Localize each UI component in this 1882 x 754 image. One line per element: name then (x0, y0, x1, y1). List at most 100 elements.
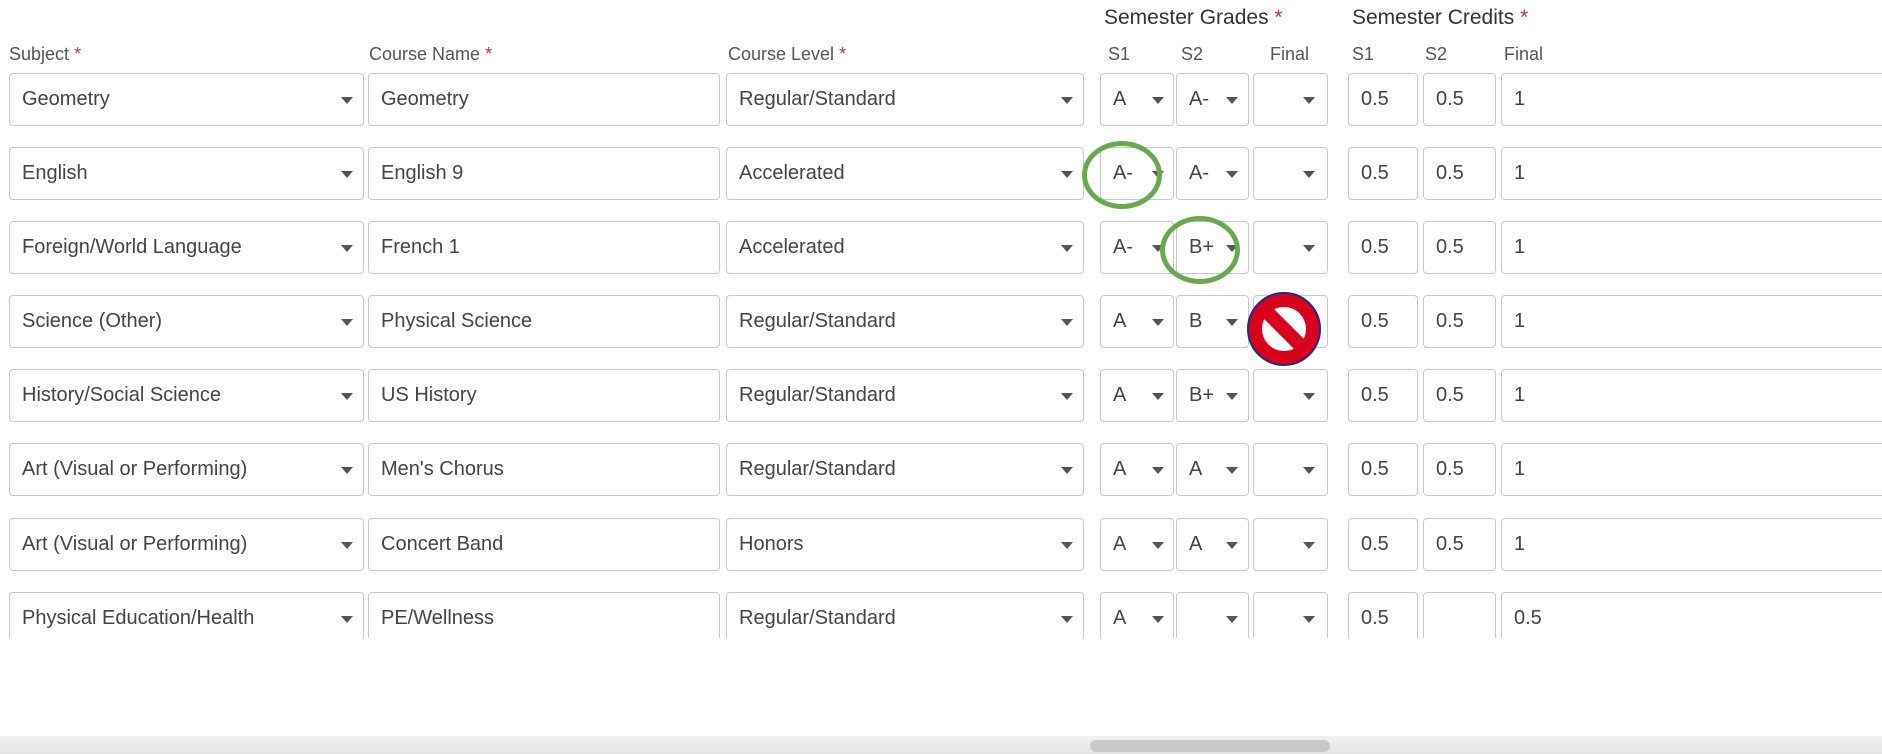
credit-s1-input[interactable]: 0.5 (1348, 221, 1418, 274)
course-level-select[interactable]: Accelerated (726, 221, 1084, 274)
subject-select[interactable]: Foreign/World Language (9, 221, 364, 274)
course-level-select[interactable]: Honors (726, 518, 1084, 571)
course-name-input[interactable]: Physical Science (368, 295, 720, 348)
chevron-down-icon (1061, 467, 1073, 474)
subject-select[interactable]: Art (Visual or Performing) (9, 518, 364, 571)
subject-value: Physical Education/Health (22, 607, 255, 629)
credit-s2-value: 0.5 (1436, 162, 1464, 184)
credit-s2-input[interactable] (1423, 592, 1496, 638)
chevron-down-icon (1061, 171, 1073, 178)
credit-final-input[interactable]: 1 (1501, 295, 1882, 348)
grade-s2-select[interactable] (1176, 592, 1249, 638)
credit-s1-input[interactable]: 0.5 (1348, 147, 1418, 200)
credit-final-input[interactable]: 1 (1501, 147, 1882, 200)
credit-final-value: 1 (1514, 533, 1526, 555)
course-name-input[interactable]: Geometry (368, 73, 720, 126)
credit-final-input[interactable]: 1 (1501, 518, 1882, 571)
course-name-value: Concert Band (381, 533, 504, 555)
course-name-input[interactable]: French 1 (368, 221, 720, 274)
subject-select[interactable]: Physical Education/Health (9, 592, 364, 638)
scrollbar-thumb[interactable] (1090, 740, 1330, 752)
grade-s1-value: A (1113, 458, 1127, 480)
grade-final-select[interactable] (1253, 369, 1328, 422)
grade-final-select[interactable] (1253, 73, 1328, 126)
chevron-down-icon (341, 616, 353, 623)
course-name-input[interactable]: Men's Chorus (368, 443, 720, 496)
course-name-input[interactable]: English 9 (368, 147, 720, 200)
grade-final-select[interactable] (1253, 443, 1328, 496)
course-name-input[interactable]: US History (368, 369, 720, 422)
grade-s2-select[interactable]: A- (1176, 147, 1249, 200)
credit-s1-input[interactable]: 0.5 (1348, 73, 1418, 126)
credit-final-value: 1 (1514, 310, 1526, 332)
grade-final-select[interactable] (1253, 221, 1328, 274)
credit-s2-input[interactable]: 0.5 (1423, 221, 1496, 274)
credit-s1-value: 0.5 (1361, 384, 1389, 406)
subject-select[interactable]: Art (Visual or Performing) (9, 443, 364, 496)
semester-grades-heading: Semester Grades * (1104, 6, 1283, 30)
credit-final-input[interactable]: 0.5 (1501, 592, 1882, 638)
credit-s1-input[interactable]: 0.5 (1348, 369, 1418, 422)
grade-s2-select[interactable]: A (1176, 443, 1249, 496)
course-row: Science (Other) Physical Science Regular… (0, 295, 1882, 369)
course-level-header-label: Course Level (728, 44, 835, 64)
horizontal-scrollbar[interactable] (0, 736, 1882, 754)
subject-select[interactable]: Science (Other) (9, 295, 364, 348)
grade-s2-select[interactable]: A- (1176, 73, 1249, 126)
credit-final-input[interactable]: 1 (1501, 443, 1882, 496)
grade-s1-select[interactable]: A (1100, 592, 1174, 638)
course-name-header: Course Name * (369, 44, 492, 65)
course-name-input[interactable]: PE/Wellness (368, 592, 720, 638)
credit-s2-value: 0.5 (1436, 236, 1464, 258)
credit-s2-value: 0.5 (1436, 88, 1464, 110)
course-level-select[interactable]: Regular/Standard (726, 369, 1084, 422)
credit-s2-input[interactable]: 0.5 (1423, 73, 1496, 126)
chevron-down-icon (1226, 97, 1238, 104)
credit-s2-value: 0.5 (1436, 310, 1464, 332)
credit-final-input[interactable]: 1 (1501, 73, 1882, 126)
course-level-select[interactable]: Accelerated (726, 147, 1084, 200)
grade-s2-select[interactable]: B+ (1176, 369, 1249, 422)
credit-s1-value: 0.5 (1361, 533, 1389, 555)
course-name-value: Physical Science (381, 310, 533, 332)
grade-final-select[interactable] (1253, 592, 1328, 638)
credit-s2-input[interactable]: 0.5 (1423, 518, 1496, 571)
course-level-select[interactable]: Regular/Standard (726, 443, 1084, 496)
course-name-input[interactable]: Concert Band (368, 518, 720, 571)
credit-s2-input[interactable]: 0.5 (1423, 295, 1496, 348)
chevron-down-icon (1061, 616, 1073, 623)
chevron-down-icon (1061, 393, 1073, 400)
credit-s1-input[interactable]: 0.5 (1348, 518, 1418, 571)
credit-final-input[interactable]: 1 (1501, 221, 1882, 274)
course-level-select[interactable]: Regular/Standard (726, 592, 1084, 638)
credit-s2-value: 0.5 (1436, 458, 1464, 480)
subject-value: Geometry (22, 88, 110, 110)
credit-s2-input[interactable]: 0.5 (1423, 443, 1496, 496)
subject-select[interactable]: English (9, 147, 364, 200)
subject-value: Foreign/World Language (22, 236, 242, 258)
chevron-down-icon (1226, 393, 1238, 400)
grade-s2-select[interactable]: B (1176, 295, 1249, 348)
grade-final-select[interactable] (1253, 518, 1328, 571)
grade-s2-value: A (1189, 458, 1203, 480)
grade-final-select[interactable] (1253, 147, 1328, 200)
subject-value: Science (Other) (22, 310, 163, 332)
subject-select[interactable]: History/Social Science (9, 369, 364, 422)
grade-s2-value: B+ (1189, 384, 1215, 406)
credit-s2-input[interactable]: 0.5 (1423, 147, 1496, 200)
subject-select[interactable]: Geometry (9, 73, 364, 126)
credit-s2-input[interactable]: 0.5 (1423, 369, 1496, 422)
grade-s2-select[interactable]: A (1176, 518, 1249, 571)
credit-final-header: Final (1504, 44, 1544, 64)
semester-credits-label: Semester Credits (1352, 6, 1515, 29)
chevron-down-icon (1226, 171, 1238, 178)
course-level-select[interactable]: Regular/Standard (726, 295, 1084, 348)
credit-s2-header: S2 (1425, 44, 1448, 64)
semester-credits-heading: Semester Credits * (1352, 6, 1528, 30)
course-level-select[interactable]: Regular/Standard (726, 73, 1084, 126)
credit-s1-value: 0.5 (1361, 162, 1389, 184)
credit-s1-input[interactable]: 0.5 (1348, 443, 1418, 496)
credit-s1-input[interactable]: 0.5 (1348, 592, 1418, 638)
credit-s1-input[interactable]: 0.5 (1348, 295, 1418, 348)
credit-final-input[interactable]: 1 (1501, 369, 1882, 422)
